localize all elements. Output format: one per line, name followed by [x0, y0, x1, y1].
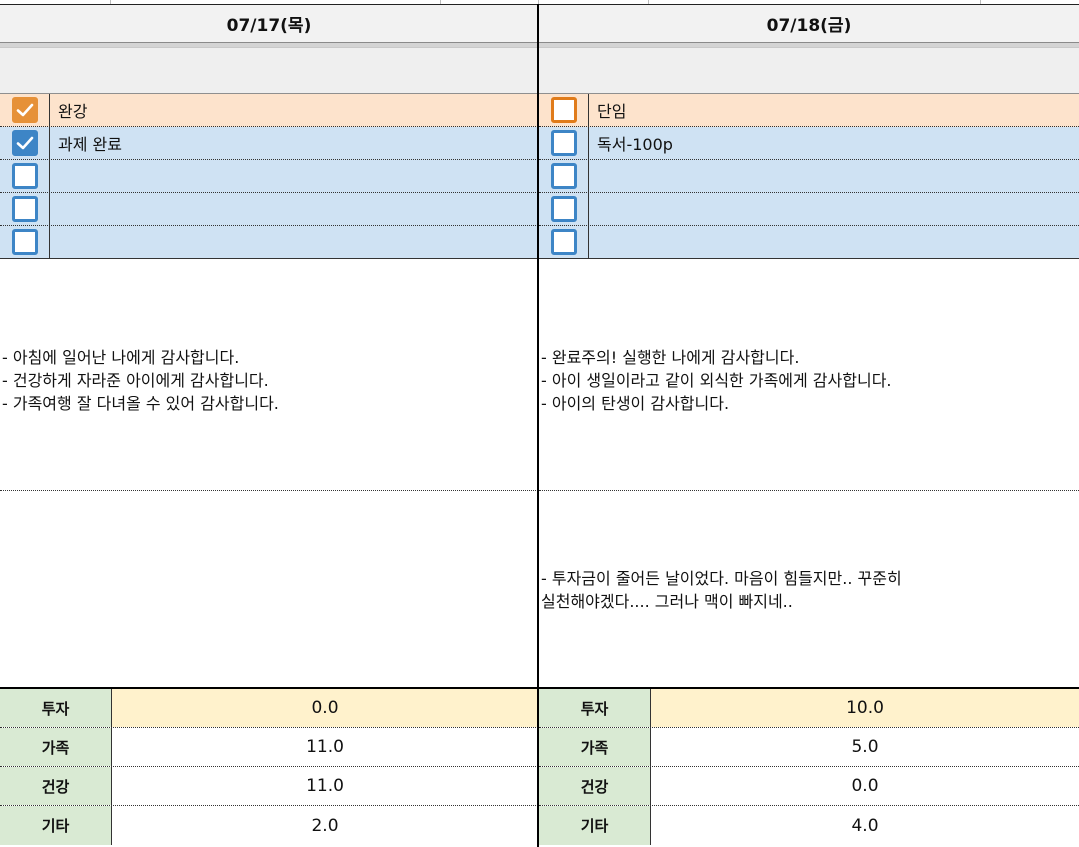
task-row[interactable]: [539, 160, 1079, 193]
task-row[interactable]: [539, 193, 1079, 226]
stat-row-health: 건강 11.0: [0, 767, 538, 806]
stat-key: 가족: [539, 728, 651, 766]
stat-value[interactable]: 11.0: [112, 767, 538, 805]
date-label: 07/17(목): [226, 16, 312, 36]
stat-key: 기타: [539, 806, 651, 845]
stat-value[interactable]: 2.0: [112, 806, 538, 845]
task-row[interactable]: 완강: [0, 94, 538, 127]
task-checkbox[interactable]: [11, 97, 38, 123]
stat-row-invest: 투자 10.0: [539, 689, 1079, 728]
stat-key: 건강: [539, 767, 651, 805]
stat-row-etc: 기타 2.0: [0, 806, 538, 845]
task-label[interactable]: 과제 완료: [50, 127, 538, 159]
gratitude-note[interactable]: - 완료주의! 실행한 나에게 감사합니다. - 아이 생일이라고 같이 외식한…: [539, 346, 1079, 415]
stat-key: 기타: [0, 806, 112, 845]
blank-row[interactable]: [0, 48, 538, 94]
task-checkbox[interactable]: [550, 130, 577, 156]
stat-row-invest: 투자 0.0: [0, 689, 538, 728]
date-header: 07/17(목): [0, 4, 538, 42]
task-checkbox[interactable]: [11, 163, 38, 189]
task-checkbox[interactable]: [11, 229, 38, 255]
task-label[interactable]: 독서-100p: [589, 127, 1079, 159]
day-column-0718: 07/18(금) 단임 독서-100p - 완료주의! 실행한 나에게 감사합니…: [539, 4, 1079, 847]
note-divider: [539, 490, 1079, 491]
task-checkbox[interactable]: [550, 196, 577, 222]
task-row[interactable]: [539, 226, 1079, 259]
journal-note[interactable]: - 투자금이 줄어든 날이었다. 마음이 힘들지만.. 꾸준히 실천해야겠다..…: [539, 567, 1079, 613]
stat-value[interactable]: 4.0: [651, 806, 1079, 845]
task-checkbox[interactable]: [550, 163, 577, 189]
task-row[interactable]: 단임: [539, 94, 1079, 127]
task-checkbox[interactable]: [11, 130, 38, 156]
task-label[interactable]: 완강: [50, 94, 538, 126]
task-label[interactable]: [589, 193, 1079, 225]
task-row[interactable]: [0, 226, 538, 259]
task-label[interactable]: [50, 160, 538, 192]
task-checkbox[interactable]: [11, 196, 38, 222]
task-row[interactable]: 과제 완료: [0, 127, 538, 160]
task-label[interactable]: 단임: [589, 94, 1079, 126]
day-column-0717: 07/17(목) 완강 과제 완료 - 아침에 일어난 나에게 감사합니다. -…: [0, 4, 538, 847]
stat-value[interactable]: 0.0: [112, 689, 538, 727]
date-label: 07/18(금): [766, 16, 852, 36]
stat-value[interactable]: 11.0: [112, 728, 538, 766]
task-label[interactable]: [589, 160, 1079, 192]
stat-value[interactable]: 10.0: [651, 689, 1079, 727]
task-row[interactable]: 독서-100p: [539, 127, 1079, 160]
stat-value[interactable]: 0.0: [651, 767, 1079, 805]
stat-key: 투자: [539, 689, 651, 727]
note-divider: [0, 490, 538, 491]
gratitude-note[interactable]: - 아침에 일어난 나에게 감사합니다. - 건강하게 자라준 아이에게 감사합…: [0, 346, 538, 415]
task-checkbox[interactable]: [550, 229, 577, 255]
stat-row-etc: 기타 4.0: [539, 806, 1079, 845]
date-header: 07/18(금): [539, 4, 1079, 42]
task-label[interactable]: [589, 226, 1079, 258]
task-label[interactable]: [50, 226, 538, 258]
checkmark-icon: [16, 103, 33, 117]
task-row[interactable]: [0, 160, 538, 193]
stat-row-family: 가족 5.0: [539, 728, 1079, 767]
task-row[interactable]: [0, 193, 538, 226]
blank-row[interactable]: [539, 48, 1079, 94]
stat-key: 투자: [0, 689, 112, 727]
stat-row-family: 가족 11.0: [0, 728, 538, 767]
task-checkbox[interactable]: [550, 97, 577, 123]
checkmark-icon: [16, 136, 33, 150]
task-label[interactable]: [50, 193, 538, 225]
stat-row-health: 건강 0.0: [539, 767, 1079, 806]
stat-key: 건강: [0, 767, 112, 805]
stat-value[interactable]: 5.0: [651, 728, 1079, 766]
stat-key: 가족: [0, 728, 112, 766]
